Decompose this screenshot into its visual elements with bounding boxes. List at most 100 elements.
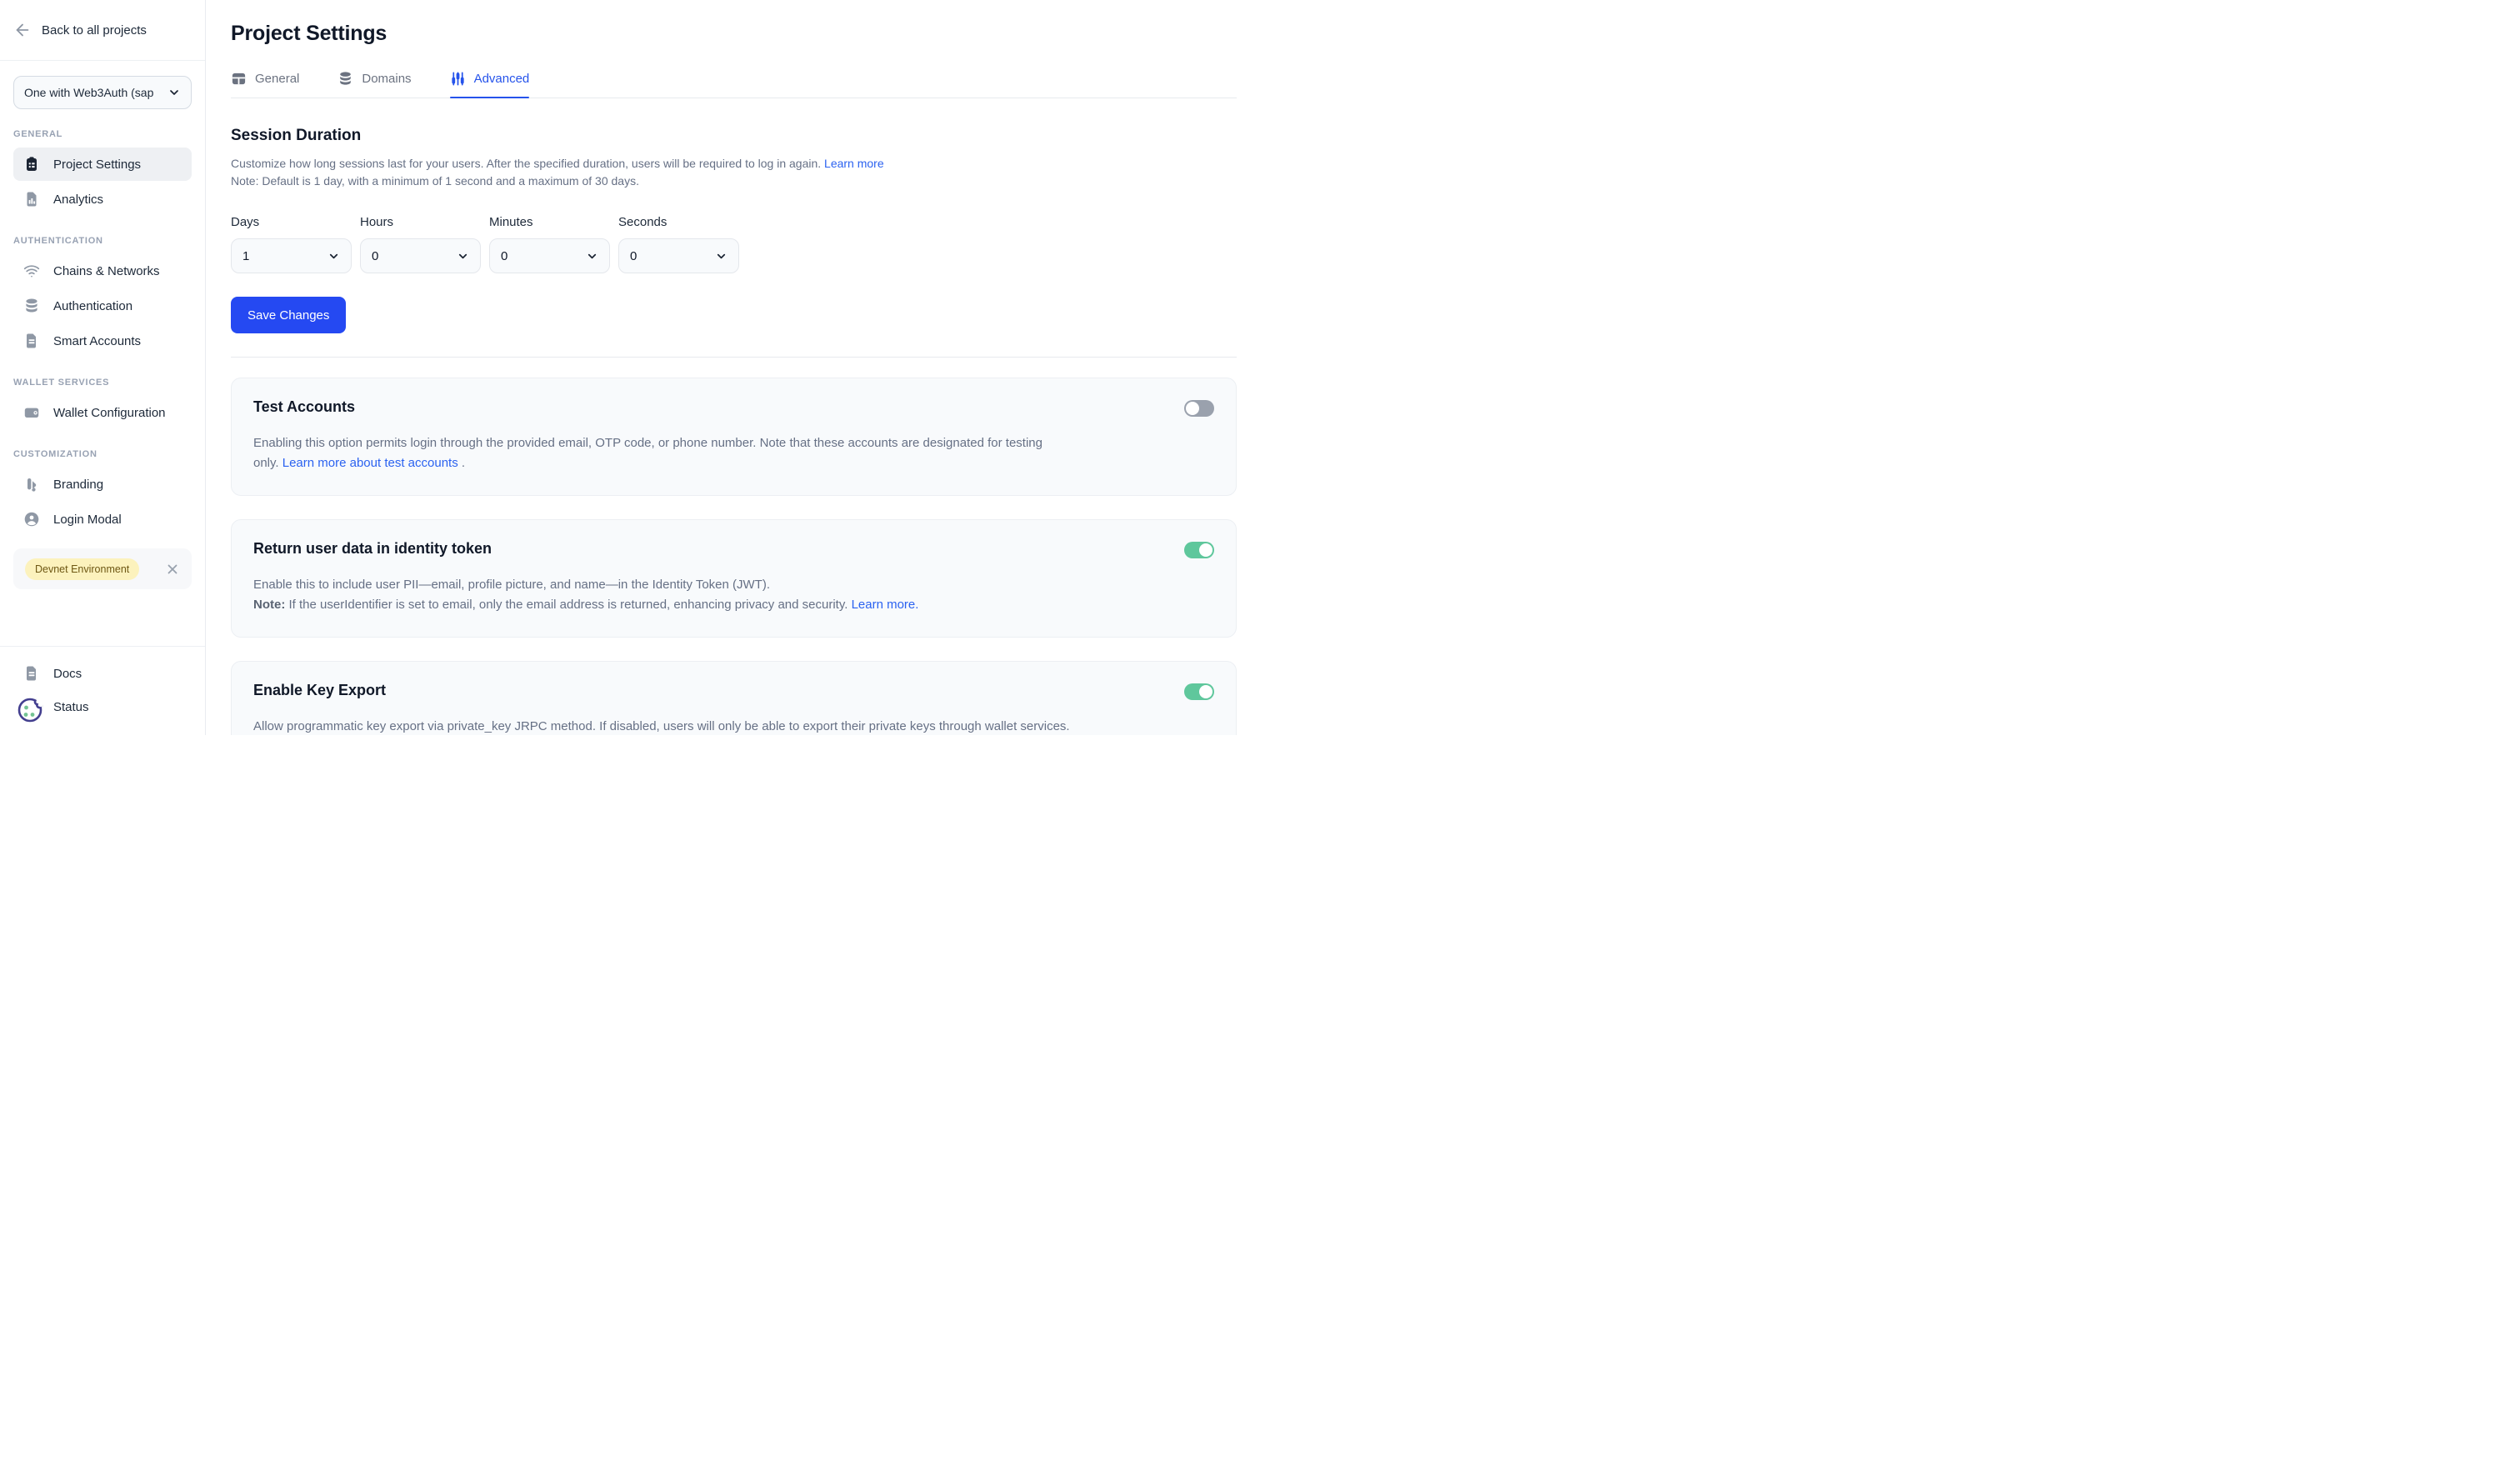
database-icon xyxy=(23,298,40,314)
tab-domains[interactable]: Domains xyxy=(338,71,411,98)
days-select[interactable]: 1 xyxy=(231,238,352,273)
sidebar-item-docs[interactable]: Docs xyxy=(13,657,192,690)
tab-label: Advanced xyxy=(474,72,530,86)
page-title: Project Settings xyxy=(231,22,1237,46)
wallet-icon xyxy=(23,404,40,421)
hours-select[interactable]: 0 xyxy=(360,238,481,273)
session-learn-more-link[interactable]: Learn more xyxy=(824,157,884,170)
seconds-field: Seconds 0 xyxy=(618,215,739,273)
test-accounts-description: Enabling this option permits login throu… xyxy=(253,433,1214,473)
test-accounts-line2-prefix: only. xyxy=(253,456,282,470)
sidebar-item-wallet-configuration[interactable]: Wallet Configuration xyxy=(13,396,192,429)
sidebar: Back to all projects One with Web3Auth (… xyxy=(0,0,206,735)
close-icon[interactable] xyxy=(165,562,180,577)
key-export-toggle[interactable] xyxy=(1184,683,1214,700)
database-icon xyxy=(338,71,353,87)
sidebar-footer: Docs Status xyxy=(0,646,205,735)
devnet-environment-card: Devnet Environment xyxy=(13,548,192,589)
minutes-field: Minutes 0 xyxy=(489,215,610,273)
hours-label: Hours xyxy=(360,215,481,229)
document-icon xyxy=(23,665,40,682)
main-content: Project Settings General Domains Advance… xyxy=(206,0,1260,735)
chevron-down-icon xyxy=(586,250,598,263)
wifi-icon xyxy=(23,263,40,279)
chevron-down-icon xyxy=(328,250,340,263)
duration-fields: Days 1 Hours 0 Minutes 0 Seconds 0 xyxy=(231,215,1237,273)
identity-token-note-prefix: Note: xyxy=(253,598,285,612)
identity-token-toggle[interactable] xyxy=(1184,542,1214,558)
minutes-select[interactable]: 0 xyxy=(489,238,610,273)
chevron-down-icon xyxy=(715,250,728,263)
hours-value: 0 xyxy=(372,249,378,263)
project-selector-value: One with Web3Auth (sap xyxy=(24,86,162,99)
user-circle-icon xyxy=(23,511,40,528)
nav-section-label-authentication: AUTHENTICATION xyxy=(13,236,192,246)
sidebar-item-chains-networks[interactable]: Chains & Networks xyxy=(13,254,192,288)
session-note-prefix: Note: xyxy=(231,174,258,188)
sidebar-item-label: Chains & Networks xyxy=(53,264,160,278)
save-changes-button[interactable]: Save Changes xyxy=(231,297,346,333)
seconds-value: 0 xyxy=(630,249,637,263)
devnet-environment-badge: Devnet Environment xyxy=(25,558,139,580)
sidebar-item-smart-accounts[interactable]: Smart Accounts xyxy=(13,324,192,358)
clipboard-icon xyxy=(23,156,40,173)
tab-advanced[interactable]: Advanced xyxy=(450,71,530,98)
cookie-icon[interactable] xyxy=(23,698,40,715)
sidebar-item-label: Analytics xyxy=(53,193,103,207)
chevron-down-icon xyxy=(168,86,181,99)
project-selector[interactable]: One with Web3Auth (sap xyxy=(13,76,192,109)
tab-label: General xyxy=(255,72,299,86)
test-accounts-card: Test Accounts Enabling this option permi… xyxy=(231,378,1237,496)
sidebar-item-analytics[interactable]: Analytics xyxy=(13,183,192,216)
identity-token-title: Return user data in identity token xyxy=(253,540,1214,558)
sidebar-item-label: Wallet Configuration xyxy=(53,406,166,420)
test-accounts-learn-more-link[interactable]: Learn more about test accounts xyxy=(282,456,458,470)
brush-icon xyxy=(23,476,40,493)
sidebar-item-label: Status xyxy=(53,700,89,714)
nav-section-label-general: GENERAL xyxy=(13,129,192,139)
tab-general[interactable]: General xyxy=(231,71,299,98)
table-icon xyxy=(231,71,247,87)
active-tab-underline xyxy=(450,97,530,99)
session-description-text: Customize how long sessions last for you… xyxy=(231,157,824,170)
file-chart-icon xyxy=(23,191,40,208)
sidebar-item-label: Login Modal xyxy=(53,513,122,527)
seconds-label: Seconds xyxy=(618,215,739,229)
sidebar-item-authentication[interactable]: Authentication xyxy=(13,289,192,323)
key-export-card: Enable Key Export Allow programmatic key… xyxy=(231,661,1237,735)
sidebar-item-branding[interactable]: Branding xyxy=(13,468,192,501)
toggle-knob xyxy=(1199,685,1212,698)
identity-token-learn-more-link[interactable]: Learn more. xyxy=(852,598,919,612)
session-note-text: Default is 1 day, with a minimum of 1 se… xyxy=(258,174,639,188)
identity-token-card: Return user data in identity token Enabl… xyxy=(231,519,1237,638)
sidebar-item-label: Branding xyxy=(53,478,103,492)
sidebar-item-label: Docs xyxy=(53,667,82,681)
arrow-left-icon xyxy=(13,21,32,39)
sidebar-item-label: Authentication xyxy=(53,299,132,313)
days-value: 1 xyxy=(242,249,249,263)
test-accounts-line2-suffix: . xyxy=(458,456,465,470)
session-duration-heading: Session Duration xyxy=(231,127,1237,145)
session-duration-description: Customize how long sessions last for you… xyxy=(231,155,1237,190)
sliders-vertical-icon xyxy=(450,71,466,87)
sidebar-nav: GENERAL Project Settings Analytics AUTHE… xyxy=(0,109,205,646)
key-export-line1: Allow programmatic key export via privat… xyxy=(253,719,1070,733)
days-field: Days 1 xyxy=(231,215,352,273)
toggle-knob xyxy=(1186,402,1199,415)
sidebar-item-label: Smart Accounts xyxy=(53,334,141,348)
seconds-select[interactable]: 0 xyxy=(618,238,739,273)
key-export-title: Enable Key Export xyxy=(253,682,1214,699)
tab-bar: General Domains Advanced xyxy=(231,71,1237,98)
sidebar-item-status[interactable]: Status xyxy=(13,690,192,723)
back-button[interactable]: Back to all projects xyxy=(0,0,205,61)
sidebar-item-project-settings[interactable]: Project Settings xyxy=(13,148,192,181)
identity-token-description: Enable this to include user PII—email, p… xyxy=(253,575,1214,615)
document-icon xyxy=(23,333,40,349)
sidebar-item-login-modal[interactable]: Login Modal xyxy=(13,503,192,536)
test-accounts-title: Test Accounts xyxy=(253,398,1214,416)
tab-label: Domains xyxy=(362,72,411,86)
minutes-label: Minutes xyxy=(489,215,610,229)
nav-section-label-wallet-services: WALLET SERVICES xyxy=(13,378,192,388)
back-label: Back to all projects xyxy=(42,23,147,38)
test-accounts-toggle[interactable] xyxy=(1184,400,1214,417)
